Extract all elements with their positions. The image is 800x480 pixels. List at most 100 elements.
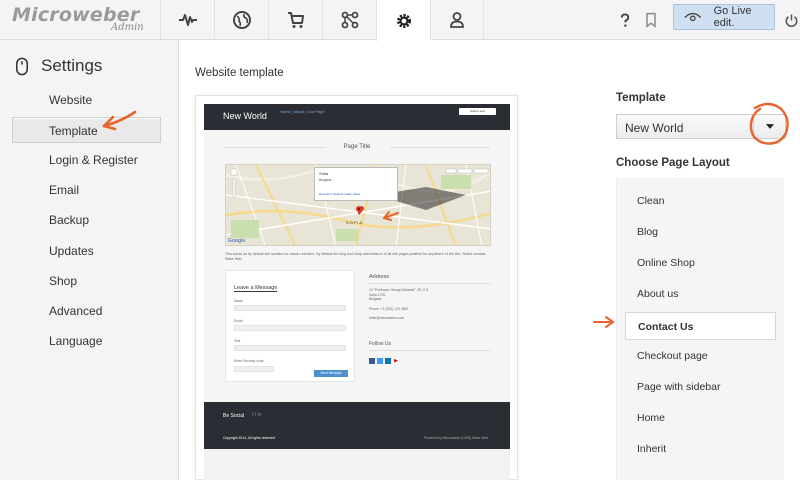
layout-item-page-with-sidebar[interactable]: Page with sidebar bbox=[637, 381, 720, 393]
layout-item-online-shop[interactable]: Online Shop bbox=[637, 257, 695, 269]
form-input bbox=[234, 345, 346, 351]
template-select-toggle[interactable] bbox=[753, 115, 786, 138]
preview-description: This works as by default site location f… bbox=[225, 252, 487, 261]
logout-button[interactable] bbox=[781, 10, 800, 30]
preview-body: Page Title Sofia Bulgaria Directions Sea… bbox=[204, 130, 510, 402]
power-icon bbox=[785, 14, 797, 27]
layout-item-contact-us[interactable]: Contact Us bbox=[625, 312, 776, 340]
facebook-icon bbox=[369, 358, 375, 364]
help-button[interactable] bbox=[615, 10, 635, 30]
form-input bbox=[234, 305, 346, 311]
section-title: Website template bbox=[195, 67, 284, 79]
arrow-annotation-contact bbox=[593, 316, 615, 328]
preview-bottom bbox=[204, 449, 510, 480]
layout-item-inherit[interactable]: Inherit bbox=[637, 443, 666, 455]
twitter-icon bbox=[377, 358, 383, 364]
form-label: Text bbox=[234, 339, 241, 343]
sidebar-item-login-register[interactable]: Login & Register bbox=[12, 147, 161, 173]
map-info-popup: Sofia Bulgaria Directions Search nearby … bbox=[314, 167, 398, 201]
map-popup-country: Bulgaria bbox=[319, 178, 332, 182]
address-line: 10 "Professor Georgi Zlatarski", 3E, fl … bbox=[369, 288, 429, 292]
modules-icon bbox=[341, 11, 358, 29]
map-city-label: SOFIA bbox=[346, 220, 364, 225]
question-icon bbox=[620, 13, 630, 27]
divider bbox=[369, 350, 491, 351]
address-email: hello@microweber.com bbox=[369, 316, 405, 321]
preview-footer: Be Social f t in Copyright 2014, All rig… bbox=[204, 402, 510, 449]
preview-nav-links: Home | About | Our Page bbox=[280, 109, 325, 114]
sidebar-header: Settings bbox=[15, 56, 102, 76]
preview-header: New World Home | About | Our Page Add to… bbox=[204, 104, 510, 130]
preview-header-button: Add to cart bbox=[459, 108, 496, 115]
tab-modules[interactable] bbox=[322, 0, 376, 40]
layout-list: Clean Blog Online Shop About us Contact … bbox=[616, 178, 784, 480]
cart-icon bbox=[287, 12, 304, 28]
sidebar-item-template[interactable]: Template bbox=[12, 117, 161, 143]
preview-contact-form: Leave a Message Name Email Text Enter Se… bbox=[225, 270, 355, 382]
template-select-value: New World bbox=[625, 121, 684, 135]
follow-title: Follow Us bbox=[369, 341, 391, 347]
tab-users[interactable] bbox=[430, 0, 484, 40]
map-popup-place: Sofia bbox=[319, 171, 329, 176]
caret-down-icon bbox=[766, 124, 774, 129]
sidebar-title: Settings bbox=[41, 56, 103, 75]
top-bar: Microweber Admin Go Live edit. bbox=[0, 0, 800, 41]
captcha-input bbox=[234, 366, 274, 372]
address-block: 10 "Professor Georgi Zlatarski", 3E, fl … bbox=[369, 288, 429, 321]
map-popup-links: Directions Search nearby Save bbox=[319, 192, 361, 196]
tab-website[interactable] bbox=[214, 0, 268, 40]
layout-item-blog[interactable]: Blog bbox=[637, 226, 658, 238]
sidebar-item-advanced[interactable]: Advanced bbox=[12, 298, 161, 324]
sidebar-item-website[interactable]: Website bbox=[12, 87, 161, 113]
template-label: Template bbox=[616, 92, 666, 104]
user-icon bbox=[450, 12, 464, 28]
sidebar-item-email[interactable]: Email bbox=[12, 177, 161, 203]
sidebar-item-language[interactable]: Language bbox=[12, 328, 161, 354]
page-layout-label: Choose Page Layout bbox=[616, 157, 730, 169]
globe-icon bbox=[232, 11, 251, 29]
linkedin-icon bbox=[385, 358, 391, 364]
preview-map: Sofia Bulgaria Directions Search nearby … bbox=[225, 164, 491, 246]
address-line: Bulgaria bbox=[369, 297, 382, 302]
app-logo[interactable]: Microweber Admin bbox=[12, 4, 162, 36]
tab-shop[interactable] bbox=[268, 0, 322, 40]
youtube-icon: ▶ bbox=[393, 358, 399, 364]
tab-settings[interactable] bbox=[376, 0, 430, 41]
layout-item-checkout-page[interactable]: Checkout page bbox=[637, 350, 708, 362]
map-google-logo: Google bbox=[228, 238, 246, 244]
eye-icon bbox=[684, 12, 702, 21]
form-label: Name bbox=[234, 299, 244, 303]
sidebar-item-shop[interactable]: Shop bbox=[12, 268, 161, 294]
footer-powered: Powered by Microweber (CMS) Make Web bbox=[424, 436, 489, 440]
go-live-edit-button[interactable]: Go Live edit. bbox=[673, 4, 775, 30]
form-title: Leave a Message bbox=[234, 285, 278, 292]
template-select[interactable]: New World bbox=[616, 114, 786, 139]
bookmark-button[interactable] bbox=[641, 10, 661, 30]
sidebar-item-updates[interactable]: Updates bbox=[12, 238, 161, 264]
form-label: Email bbox=[234, 319, 243, 323]
footer-social-label: Be Social bbox=[223, 413, 245, 419]
preview-page-title: Page Title bbox=[343, 144, 371, 150]
mouse-icon bbox=[16, 57, 28, 75]
logo-subtext: Admin bbox=[111, 22, 144, 33]
settings-sidebar: Settings Website Template Login & Regist… bbox=[0, 40, 179, 480]
go-live-label: Go Live edit. bbox=[713, 5, 752, 29]
layout-item-about-us[interactable]: About us bbox=[637, 288, 678, 300]
footer-copyright: Copyright 2014, All rights reserved bbox=[223, 436, 275, 440]
address-phone: Phone: +1 (313) 123 4567 bbox=[369, 306, 409, 311]
preview-send-button: Send Message bbox=[314, 370, 348, 377]
preview-site-name: New World bbox=[223, 111, 267, 121]
divider bbox=[369, 283, 491, 284]
pulse-icon bbox=[178, 14, 197, 26]
footer-social-icons: f t in bbox=[252, 412, 262, 418]
tab-stats[interactable] bbox=[160, 0, 214, 40]
sidebar-item-backup[interactable]: Backup bbox=[12, 207, 161, 233]
gear-icon bbox=[396, 13, 411, 28]
layout-item-clean[interactable]: Clean bbox=[637, 195, 664, 207]
address-title: Address bbox=[369, 274, 390, 280]
template-preview[interactable]: New World Home | About | Our Page Add to… bbox=[195, 95, 518, 480]
layout-item-home[interactable]: Home bbox=[637, 412, 665, 424]
form-input bbox=[234, 325, 346, 331]
bookmark-icon bbox=[646, 12, 656, 28]
form-label: Enter Security code bbox=[234, 359, 264, 363]
